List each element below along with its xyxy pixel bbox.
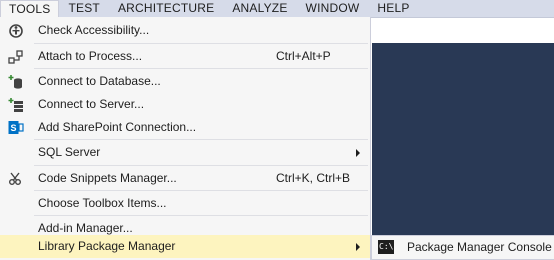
menu-item-shortcut: Ctrl+K, Ctrl+B (276, 171, 351, 185)
menu-test[interactable]: TEST (59, 0, 108, 17)
menu-item-label: Add SharePoint Connection... (38, 120, 197, 134)
submenu-arrow-icon (356, 149, 360, 157)
menu-item-connect-to-server[interactable]: Connect to Server... (0, 93, 370, 116)
menu-item-label: Connect to Database... (38, 74, 161, 88)
connect-server-icon (8, 97, 24, 113)
library-package-manager-submenu: C:\ Package Manager Console (371, 235, 554, 260)
menu-item-sql-server[interactable]: SQL Server (0, 141, 370, 164)
svg-text:S: S (10, 123, 16, 133)
menu-architecture[interactable]: ARCHITECTURE (109, 0, 223, 17)
menu-bar: TOOLS TEST ARCHITECTURE ANALYZE WINDOW H… (0, 0, 554, 18)
menu-item-label: SQL Server (38, 145, 101, 159)
connect-database-icon (8, 74, 24, 90)
sharepoint-icon: S (8, 120, 24, 136)
menu-item-label: Attach to Process... (38, 49, 143, 63)
submenu-arrow-icon (356, 243, 360, 251)
tools-dropdown-menu: Check Accessibility... Attach to Process… (0, 17, 371, 260)
menu-help[interactable]: HELP (368, 0, 418, 17)
menu-item-library-package-manager[interactable]: Library Package Manager (0, 235, 370, 258)
attach-process-icon (8, 49, 24, 65)
menu-separator (34, 190, 368, 191)
menu-item-label: Connect to Server... (38, 97, 145, 111)
menu-item-label: Choose Toolbox Items... (38, 196, 167, 210)
menu-item-attach-to-process[interactable]: Attach to Process... Ctrl+Alt+P (0, 45, 370, 68)
menu-separator (34, 139, 368, 140)
menu-item-label: Check Accessibility... (38, 23, 150, 37)
menu-separator (34, 165, 368, 166)
menu-item-shortcut: Ctrl+Alt+P (276, 49, 331, 63)
menu-item-connect-to-database[interactable]: Connect to Database... (0, 70, 370, 93)
menu-item-check-accessibility[interactable]: Check Accessibility... (0, 19, 370, 42)
submenu-item-package-manager-console[interactable]: Package Manager Console (407, 236, 552, 259)
code-snippets-icon (8, 171, 24, 187)
menu-separator (34, 215, 368, 216)
console-icon: C:\ (378, 240, 394, 254)
menu-window[interactable]: WINDOW (297, 0, 369, 17)
editor-dark-area (372, 43, 554, 260)
menu-separator (34, 68, 368, 69)
menu-item-add-sharepoint-connection[interactable]: S Add SharePoint Connection... (0, 116, 370, 139)
editor-background (372, 18, 554, 260)
menu-item-choose-toolbox-items[interactable]: Choose Toolbox Items... (0, 192, 370, 215)
menu-separator (34, 43, 368, 44)
menu-analyze[interactable]: ANALYZE (223, 0, 296, 17)
menu-tools[interactable]: TOOLS (0, 0, 60, 18)
menu-item-code-snippets-manager[interactable]: Code Snippets Manager... Ctrl+K, Ctrl+B (0, 167, 370, 190)
accessibility-icon (8, 23, 24, 39)
menu-item-label: Code Snippets Manager... (38, 171, 177, 185)
menu-item-label: Library Package Manager (38, 239, 176, 253)
